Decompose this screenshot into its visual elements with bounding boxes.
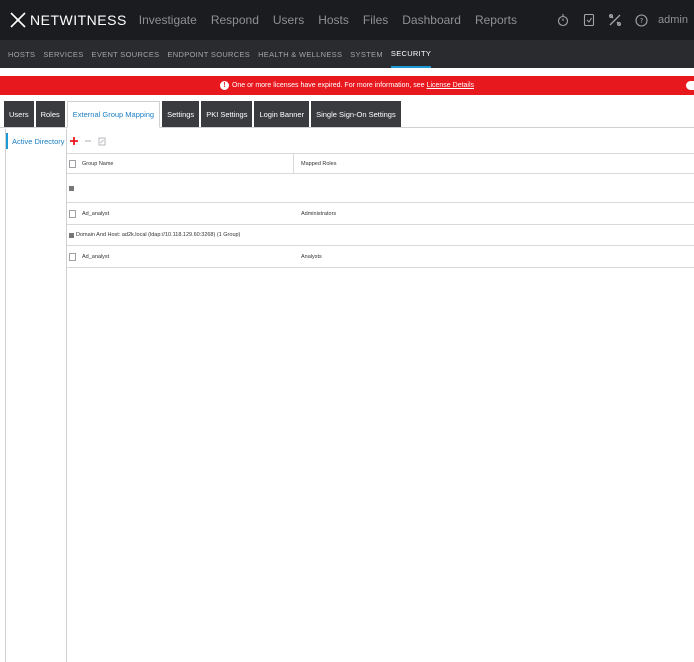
top-icons: ? admin <box>550 13 688 27</box>
nav-investigate[interactable]: Investigate <box>139 13 197 27</box>
top-bar: NETWITNESS Investigate Respond Users Hos… <box>0 0 694 40</box>
select-all-checkbox[interactable] <box>69 159 76 168</box>
row-group-name: Ad_analyst <box>82 210 110 217</box>
tab-login-banner[interactable]: Login Banner <box>254 101 310 127</box>
banner-close-icon[interactable] <box>686 81 694 90</box>
license-details-link[interactable]: License Details <box>427 82 474 89</box>
tab-single-sign-on-settings[interactable]: Single Sign-On Settings <box>311 101 401 127</box>
collapse-icon[interactable] <box>69 232 74 238</box>
edit-icon[interactable] <box>97 135 107 147</box>
add-icon[interactable] <box>69 135 79 147</box>
column-group-name[interactable]: Group Name <box>82 154 294 173</box>
netwitness-logo[interactable]: NETWITNESS <box>8 11 127 29</box>
warning-icon: ! <box>219 81 229 90</box>
remove-icon[interactable] <box>83 135 93 147</box>
row-checkbox[interactable] <box>69 252 76 261</box>
nav-hosts[interactable]: Hosts <box>318 13 349 27</box>
help-icon[interactable]: ? <box>628 13 654 27</box>
jobs-icon[interactable] <box>576 13 602 27</box>
subnav-security[interactable]: SECURITY <box>390 40 432 68</box>
banner-message: One or more licenses have expired. For m… <box>231 82 425 89</box>
tab-external-group-mapping[interactable]: External Group Mapping <box>66 101 161 128</box>
grid-toolbar <box>67 129 694 153</box>
tab-roles[interactable]: Roles <box>35 101 65 127</box>
tab-settings[interactable]: Settings <box>162 101 200 127</box>
security-tabs: Users Roles External Group Mapping Setti… <box>0 100 694 128</box>
nav-respond[interactable]: Respond <box>211 13 259 27</box>
main-nav: Investigate Respond Users Hosts Files Da… <box>139 13 531 27</box>
subnav-endpoint-sources[interactable]: ENDPOINT SOURCES <box>168 40 251 68</box>
tab-users[interactable]: Users <box>4 101 34 127</box>
svg-text:?: ? <box>639 17 643 25</box>
timer-icon[interactable] <box>550 13 576 27</box>
row-checkbox[interactable] <box>69 209 76 218</box>
group-header-row[interactable]: Domain And Host: ad2k.local (ldap://10.1… <box>67 225 694 246</box>
license-warning-banner: ! One or more licenses have expired. For… <box>0 76 694 95</box>
table-row[interactable]: Ad_analyst Analysts <box>67 246 694 268</box>
sidebar-item-active-directory[interactable]: Active Directory <box>6 133 66 149</box>
nav-files[interactable]: Files <box>363 13 388 27</box>
tools-icon[interactable] <box>602 13 628 27</box>
logo-text: NETWITNESS <box>30 12 127 28</box>
row-group-name: Ad_analyst <box>82 253 110 260</box>
row-mapped-roles: Administrators <box>301 210 337 217</box>
sidebar: Active Directory <box>5 129 67 662</box>
sub-nav: HOSTS SERVICES EVENT SOURCES ENDPOINT SO… <box>0 40 694 68</box>
subnav-system[interactable]: SYSTEM <box>350 40 383 68</box>
collapse-icon[interactable] <box>69 185 74 191</box>
group-mapping-panel: Group Name Mapped Roles Ad_analyst Admin… <box>67 129 694 662</box>
tab-pki-settings[interactable]: PKI Settings <box>201 101 253 127</box>
table-row[interactable]: Ad_analyst Administrators <box>67 203 694 225</box>
nav-users[interactable]: Users <box>273 13 304 27</box>
nav-dashboard[interactable]: Dashboard <box>402 13 461 27</box>
row-mapped-roles: Analysts <box>301 253 322 260</box>
subnav-health-wellness[interactable]: HEALTH & WELLNESS <box>258 40 342 68</box>
subnav-hosts[interactable]: HOSTS <box>8 40 35 68</box>
subnav-services[interactable]: SERVICES <box>43 40 83 68</box>
grid-header: Group Name Mapped Roles <box>67 153 694 174</box>
subnav-event-sources[interactable]: EVENT SOURCES <box>92 40 160 68</box>
group-label: Domain And Host: ad2k.local (ldap://10.1… <box>76 232 241 238</box>
column-mapped-roles[interactable]: Mapped Roles <box>294 161 336 167</box>
user-menu[interactable]: admin <box>658 14 688 26</box>
netwitness-logo-icon <box>10 12 26 28</box>
nav-reports[interactable]: Reports <box>475 13 517 27</box>
group-header-row[interactable] <box>67 174 694 203</box>
